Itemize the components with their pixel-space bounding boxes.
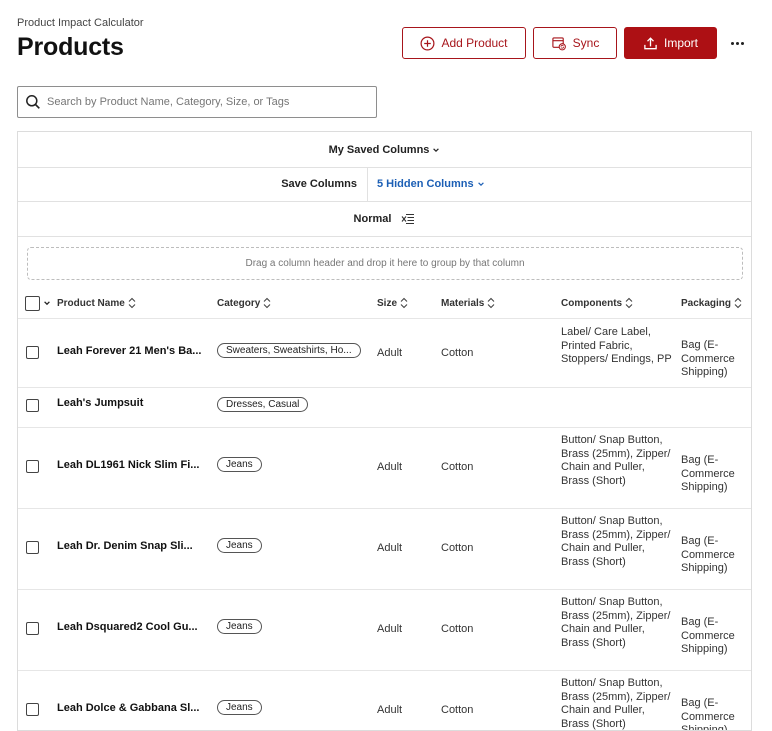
saved-columns-label: My Saved Columns xyxy=(328,143,430,156)
add-product-label: Add Product xyxy=(441,36,508,50)
row-checkbox[interactable] xyxy=(26,399,39,412)
import-label: Import xyxy=(663,36,698,50)
column-label: Materials xyxy=(441,297,485,309)
group-by-dropzone[interactable]: Drag a column header and drop it here to… xyxy=(27,247,743,280)
chevron-down-icon xyxy=(433,147,440,152)
components-value: Button/ Snap Button, Brass (25mm), Zippe… xyxy=(561,596,671,649)
row-checkbox[interactable] xyxy=(26,346,39,359)
packaging-value: Bag (E-Commerce Shipping) xyxy=(681,535,735,574)
save-columns-button[interactable]: Save Columns xyxy=(18,167,368,201)
select-all-checkbox[interactable] xyxy=(25,295,40,311)
table-header: Product Name Category Size Materials Com… xyxy=(18,288,751,319)
column-header-components[interactable]: Components xyxy=(561,288,633,318)
search-icon xyxy=(26,95,40,109)
materials-value: Cotton xyxy=(441,542,474,554)
size-value: Adult xyxy=(377,461,403,473)
sort-icon xyxy=(263,297,271,309)
size-value: Adult xyxy=(377,542,403,554)
row-checkbox[interactable] xyxy=(26,703,39,716)
packaging-value: Bag (E-Commerce Shipping) xyxy=(681,339,735,378)
table-row[interactable]: Leah Dsquared2 Cool Gu... Jeans Adult Co… xyxy=(18,589,751,671)
hidden-columns-dropdown[interactable]: 5 Hidden Columns xyxy=(377,167,485,201)
density-toggle[interactable]: Normal xyxy=(18,201,751,237)
plus-circle-icon xyxy=(420,36,435,50)
table-row[interactable]: Leah Dolce & Gabbana Sl... Jeans Adult C… xyxy=(18,670,751,731)
columns-toolbar: Save Columns 5 Hidden Columns xyxy=(18,167,751,202)
column-header-packaging[interactable]: Packaging xyxy=(681,288,742,318)
add-product-button[interactable]: Add Product xyxy=(402,27,526,59)
product-name[interactable]: Leah Dsquared2 Cool Gu... xyxy=(57,621,207,633)
materials-value: Cotton xyxy=(441,461,474,473)
sort-icon xyxy=(734,297,742,309)
column-label: Size xyxy=(377,297,398,309)
product-name[interactable]: Leah DL1961 Nick Slim Fi... xyxy=(57,459,207,471)
table-row[interactable]: Leah Dr. Denim Snap Sli... Jeans Adult C… xyxy=(18,508,751,590)
product-name[interactable]: Leah Forever 21 Men's Ba... xyxy=(57,345,207,357)
sync-label: Sync xyxy=(572,36,600,50)
table-row[interactable]: Leah DL1961 Nick Slim Fi... Jeans Adult … xyxy=(18,427,751,509)
components-value: Label/ Care Label, Printed Fabric, Stopp… xyxy=(561,326,672,365)
import-button[interactable]: Import xyxy=(624,27,717,59)
materials-value: Cotton xyxy=(441,704,474,716)
row-checkbox[interactable] xyxy=(26,460,39,473)
more-options-icon[interactable] xyxy=(727,36,747,50)
app-label: Product Impact Calculator xyxy=(17,17,144,29)
density-icon xyxy=(402,213,415,224)
components-value: Button/ Snap Button, Brass (25mm), Zippe… xyxy=(561,434,671,487)
search-box xyxy=(17,86,377,118)
product-name[interactable]: Leah Dolce & Gabbana Sl... xyxy=(57,702,207,714)
product-name[interactable]: Leah's Jumpsuit xyxy=(57,397,207,409)
category-tag: Dresses, Casual xyxy=(217,397,309,412)
column-label: Category xyxy=(217,297,261,309)
column-label: Packaging xyxy=(681,297,732,309)
page-title: Products xyxy=(17,33,124,61)
products-grid: My Saved Columns Save Columns 5 Hidden C… xyxy=(17,131,752,731)
chevron-down-icon xyxy=(477,182,484,187)
sort-icon xyxy=(487,297,495,309)
density-label: Normal xyxy=(353,212,392,225)
table-row[interactable]: Leah Forever 21 Men's Ba... Sweaters, Sw… xyxy=(18,319,751,388)
column-header-product-name[interactable]: Product Name xyxy=(57,288,136,318)
product-name[interactable]: Leah Dr. Denim Snap Sli... xyxy=(57,540,207,552)
hidden-columns-label: 5 Hidden Columns xyxy=(377,178,474,190)
components-value: Button/ Snap Button, Brass (25mm), Zippe… xyxy=(561,515,671,568)
sort-icon xyxy=(400,297,408,309)
sort-icon xyxy=(625,297,633,309)
category-tag: Jeans xyxy=(217,619,262,634)
packaging-value: Bag (E-Commerce Shipping) xyxy=(681,616,735,655)
materials-value: Cotton xyxy=(441,347,474,359)
table-row[interactable]: Leah's Jumpsuit Dresses, Casual xyxy=(18,387,751,428)
chevron-down-icon[interactable] xyxy=(43,299,51,307)
select-all-control[interactable] xyxy=(25,288,51,318)
sync-icon xyxy=(552,36,566,50)
category-tag: Jeans xyxy=(217,700,262,715)
column-label: Product Name xyxy=(57,297,125,309)
size-value: Adult xyxy=(377,704,403,716)
column-header-size[interactable]: Size xyxy=(377,288,408,318)
search-input[interactable] xyxy=(47,96,376,108)
sort-icon xyxy=(128,297,136,309)
materials-value: Cotton xyxy=(441,623,474,635)
category-tag: Jeans xyxy=(217,538,262,553)
column-header-category[interactable]: Category xyxy=(217,288,271,318)
column-header-materials[interactable]: Materials xyxy=(441,288,495,318)
row-checkbox[interactable] xyxy=(26,541,39,554)
upload-icon xyxy=(644,36,657,49)
packaging-value: Bag (E-Commerce Shipping) xyxy=(681,454,735,493)
packaging-value: Bag (E-Commerce Shipping) xyxy=(681,697,735,731)
components-value: Button/ Snap Button, Brass (25mm), Zippe… xyxy=(561,677,671,730)
sync-button[interactable]: Sync xyxy=(533,27,617,59)
row-checkbox[interactable] xyxy=(26,622,39,635)
size-value: Adult xyxy=(377,623,403,635)
saved-columns-dropdown[interactable]: My Saved Columns xyxy=(18,132,751,168)
category-tag: Jeans xyxy=(217,457,262,472)
category-tag: Sweaters, Sweatshirts, Ho... xyxy=(217,343,361,358)
column-label: Components xyxy=(561,297,623,309)
size-value: Adult xyxy=(377,347,403,359)
